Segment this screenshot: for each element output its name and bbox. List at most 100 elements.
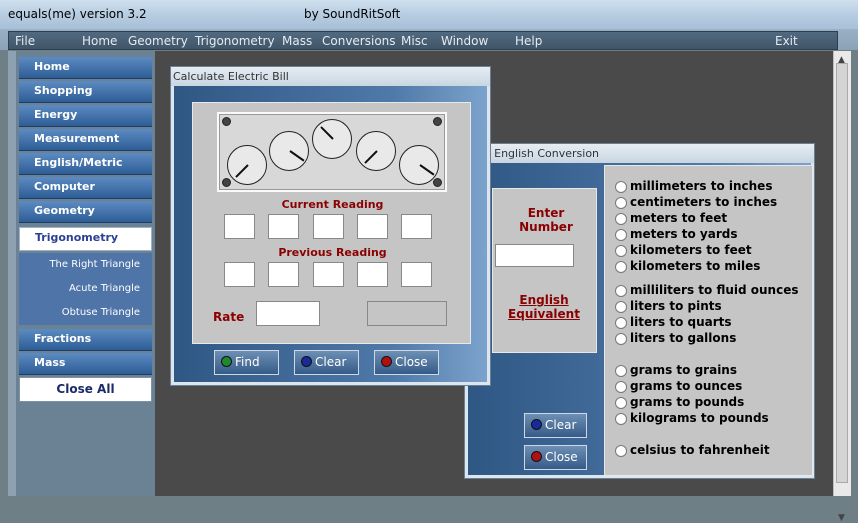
conversion-option-radio[interactable]: [615, 181, 627, 193]
conversion-clear-button[interactable]: Clear: [524, 413, 587, 438]
conversion-option-radio[interactable]: [615, 229, 627, 241]
enter-number-label: Enter Number: [519, 206, 573, 234]
previous-digit-5[interactable]: [401, 262, 432, 287]
menu-trigonometry[interactable]: Trigonometry: [195, 34, 275, 48]
conversion-option-label[interactable]: liters to gallons: [630, 331, 736, 345]
conversion-option-radio[interactable]: [615, 301, 627, 313]
conversion-option-radio[interactable]: [615, 365, 627, 377]
conversion-option-label[interactable]: millimeters to inches: [630, 179, 772, 193]
conversion-option-radio[interactable]: [615, 285, 627, 297]
enter-number-input[interactable]: [495, 244, 574, 267]
electric-bill-body: Current Reading Previous Reading Rate Fi…: [174, 86, 487, 382]
screw-icon: [222, 117, 231, 126]
title-bar: equals(me) version 3.2 by SoundRitSoft: [0, 0, 858, 30]
menu-window[interactable]: Window: [441, 34, 488, 48]
close-dot-icon: [381, 356, 392, 367]
electric-bill-window: Calculate Electric Bill Current Reading …: [170, 66, 491, 386]
sidebar-item-mass[interactable]: Mass: [19, 353, 152, 375]
vertical-scrollbar[interactable]: ▲ ▼: [833, 51, 851, 523]
conversion-option-label[interactable]: meters to yards: [630, 227, 737, 241]
meter-dial-4: [356, 131, 396, 171]
scroll-down-arrow-icon[interactable]: ▼: [838, 513, 845, 523]
conversion-option-radio[interactable]: [615, 397, 627, 409]
menu-exit[interactable]: Exit: [775, 34, 798, 48]
menu-file[interactable]: File: [15, 34, 35, 48]
sidebar-item-geometry[interactable]: Geometry: [19, 201, 152, 223]
conversion-option-label[interactable]: kilograms to pounds: [630, 411, 769, 425]
rate-input[interactable]: [256, 301, 320, 326]
screw-icon: [222, 178, 231, 187]
sidebar-subitem-right-triangle[interactable]: The Right Triangle: [19, 253, 152, 277]
close-all-button[interactable]: Close All: [19, 377, 152, 402]
conversion-option-radio[interactable]: [615, 245, 627, 257]
current-reading-label: Current Reading: [281, 198, 384, 211]
scrollbar-thumb[interactable]: [836, 63, 848, 483]
meter-dial-1: [227, 145, 267, 185]
conversion-option-label[interactable]: milliliters to fluid ounces: [630, 283, 799, 297]
previous-digit-4[interactable]: [357, 262, 388, 287]
dial-needle: [289, 150, 305, 162]
conversion-option-label[interactable]: celsius to fahrenheit: [630, 443, 770, 457]
conversion-option-radio[interactable]: [615, 261, 627, 273]
sidebar-item-english-metric[interactable]: English/Metric: [19, 153, 152, 175]
menu-home[interactable]: Home: [82, 34, 117, 48]
conversion-option-radio[interactable]: [615, 445, 627, 457]
find-button[interactable]: Find: [214, 350, 279, 375]
conversion-option-label[interactable]: kilometers to feet: [630, 243, 752, 257]
sidebar-subitem-obtuse-triangle[interactable]: Obtuse Triangle: [19, 301, 152, 325]
sidebar-item-fractions[interactable]: Fractions: [19, 329, 152, 351]
english-equivalent-label: English Equivalent: [508, 293, 580, 321]
dial-needle: [320, 126, 334, 140]
current-digit-4[interactable]: [357, 214, 388, 239]
conversion-option-radio[interactable]: [615, 413, 627, 425]
menu-geometry[interactable]: Geometry: [128, 34, 188, 48]
meter-dial-2: [269, 131, 309, 171]
previous-digit-2[interactable]: [268, 262, 299, 287]
current-digit-3[interactable]: [313, 214, 344, 239]
menu-misc[interactable]: Misc: [401, 34, 428, 48]
sidebar-item-trigonometry[interactable]: Trigonometry: [19, 227, 152, 251]
menu-mass[interactable]: Mass: [282, 34, 312, 48]
sidebar-item-computer[interactable]: Computer: [19, 177, 152, 199]
conversion-option-radio[interactable]: [615, 317, 627, 329]
conversion-option-label[interactable]: centimeters to inches: [630, 195, 777, 209]
electric-bill-window-title: Calculate Electric Bill: [171, 67, 490, 86]
conversion-option-label[interactable]: liters to quarts: [630, 315, 732, 329]
sidebar-item-energy[interactable]: Energy: [19, 105, 152, 127]
bill-clear-label: Clear: [315, 355, 347, 369]
conversion-option-radio[interactable]: [615, 333, 627, 345]
conversion-option-label[interactable]: meters to feet: [630, 211, 727, 225]
conversion-option-label[interactable]: grams to pounds: [630, 395, 744, 409]
conversion-option-label[interactable]: liters to pints: [630, 299, 722, 313]
find-dot-icon: [221, 356, 232, 367]
sidebar-item-shopping[interactable]: Shopping: [19, 81, 152, 103]
conversion-option-label[interactable]: grams to grains: [630, 363, 737, 377]
conversion-option-radio[interactable]: [615, 213, 627, 225]
sidebar-edge: [8, 51, 16, 496]
menu-bar: File Home Geometry Trigonometry Mass Con…: [0, 29, 858, 50]
menu-conversions[interactable]: Conversions: [322, 34, 396, 48]
current-digit-1[interactable]: [224, 214, 255, 239]
sidebar-subitem-acute-triangle[interactable]: Acute Triangle: [19, 277, 152, 301]
previous-reading-label: Previous Reading: [278, 246, 387, 259]
menu-strip: File Home Geometry Trigonometry Mass Con…: [8, 31, 838, 50]
current-digit-5[interactable]: [401, 214, 432, 239]
bill-close-button[interactable]: Close: [374, 350, 439, 375]
app-title: equals(me) version 3.2: [8, 7, 147, 21]
previous-digit-3[interactable]: [313, 262, 344, 287]
conversion-option-label[interactable]: kilometers to miles: [630, 259, 760, 273]
sidebar-item-home[interactable]: Home: [19, 57, 152, 79]
bill-clear-button[interactable]: Clear: [294, 350, 359, 375]
conversion-option-radio[interactable]: [615, 197, 627, 209]
conversion-close-label: Close: [545, 450, 578, 464]
bill-close-label: Close: [395, 355, 428, 369]
previous-digit-1[interactable]: [224, 262, 255, 287]
rate-label: Rate: [213, 310, 245, 324]
sidebar-item-measurement[interactable]: Measurement: [19, 129, 152, 151]
conversion-option-radio[interactable]: [615, 381, 627, 393]
conversion-close-button[interactable]: Close: [524, 445, 587, 470]
conversion-option-label[interactable]: grams to ounces: [630, 379, 742, 393]
close-dot-icon: [531, 451, 542, 462]
menu-help[interactable]: Help: [515, 34, 542, 48]
current-digit-2[interactable]: [268, 214, 299, 239]
